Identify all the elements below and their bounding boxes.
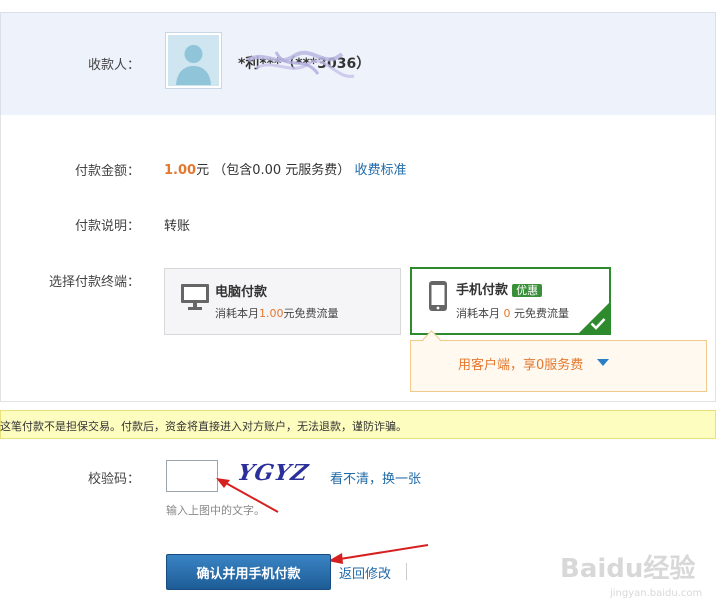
watermark-url: jingyan.baidu.com <box>610 588 703 599</box>
captcha-refresh-link[interactable]: 看不清，换一张 <box>330 468 421 487</box>
description-value: 转账 <box>164 219 191 234</box>
mobile-option-header: 手机付款 优惠 <box>456 279 543 298</box>
description-label: 付款说明： <box>74 219 140 234</box>
pc-sub-suffix: 元免费流量 <box>283 307 339 320</box>
redaction-scribble <box>247 50 355 78</box>
discount-badge: 优惠 <box>512 284 543 297</box>
warning-text-wrapper: 这笔付款不是担保交易。付款后，资金将直接进入对方账户，无法退款，谨防诈骗。 <box>0 418 714 434</box>
mobile-option-subtitle: 消耗本月 0 元免费流量 <box>456 305 569 321</box>
amount-unit: 元 <box>196 163 210 178</box>
pc-sub-value: 1.00 <box>259 307 284 320</box>
fee-standard-link[interactable]: 收费标准 <box>354 163 406 178</box>
client-tip-text: 用客户端，享0服务费 <box>458 358 584 373</box>
pay-option-mobile[interactable]: 手机付款 优惠 消耗本月 0 元免费流量 <box>410 267 611 335</box>
amount-label: 付款金额： <box>74 164 140 179</box>
mobile-option-title: 手机付款 <box>456 283 509 298</box>
watermark-brand: Baidu经验 <box>560 554 696 584</box>
pay-option-pc[interactable]: 电脑付款 消耗本月1.00元免费流量 <box>164 268 401 335</box>
warning-text: 这笔付款不是担保交易。付款后，资金将直接进入对方账户，无法退款，谨防诈骗。 <box>0 420 407 433</box>
terminal-label: 选择付款终端： <box>48 275 140 290</box>
mobile-sub-suffix: 元免费流量 <box>514 307 569 320</box>
fee-note: （包含0.00 元服务费） <box>213 163 351 178</box>
payee-label: 收款人： <box>87 58 140 73</box>
pc-sub-prefix: 消耗本月 <box>215 307 259 320</box>
phone-icon <box>429 281 447 311</box>
pc-option-subtitle: 消耗本月1.00元免费流量 <box>215 305 339 321</box>
mobile-sub-prefix: 消耗本月 <box>456 307 500 320</box>
amount-value: 1.00 <box>164 163 197 178</box>
avatar <box>165 32 222 89</box>
mobile-sub-value: 0 <box>503 307 511 320</box>
pc-option-title: 电脑付款 <box>215 285 268 300</box>
annotation-arrow-captcha <box>216 478 279 513</box>
confirm-mobile-pay-button[interactable]: 确认并用手机付款 <box>166 554 331 590</box>
amount-row: 1.00元 （包含0.00 元服务费） 收费标准 <box>164 159 406 178</box>
divider <box>406 563 407 580</box>
monitor-icon <box>181 284 209 310</box>
user-silhouette-icon <box>168 35 219 86</box>
checkmark-icon <box>590 318 606 330</box>
caret-down-icon[interactable] <box>597 359 609 367</box>
back-edit-link[interactable]: 返回修改 <box>339 563 391 582</box>
captcha-label: 校验码： <box>87 472 140 487</box>
captcha-input[interactable] <box>166 460 218 492</box>
